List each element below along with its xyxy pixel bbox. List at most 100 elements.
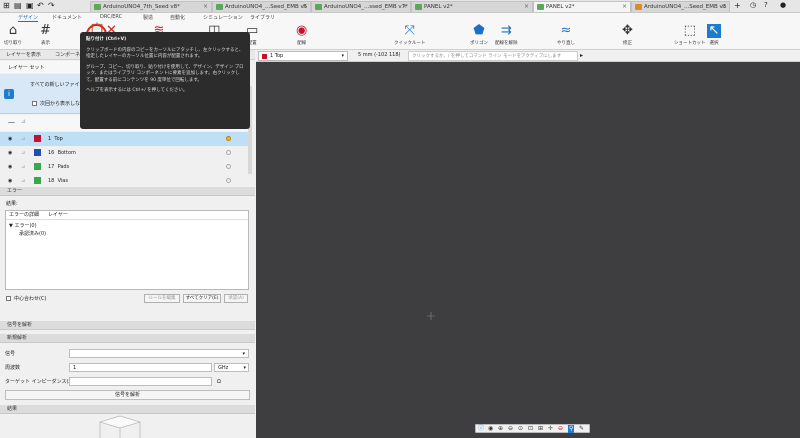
filter-icon[interactable]: ⚲	[568, 425, 575, 433]
document-icon	[315, 4, 322, 10]
document-tab-1[interactable]: ArduinoUNO4_7th_Seed v8* ×	[90, 1, 212, 12]
grid-menu-icon[interactable]: ⊞	[3, 1, 10, 10]
move-icon: ✥	[622, 23, 633, 38]
polygon-icon: ⬟	[473, 23, 485, 38]
zoom-in-icon[interactable]: ⊕	[498, 425, 503, 433]
error-node[interactable]: ▼ エラー(0)	[9, 222, 37, 229]
error-section-header[interactable]: エラー	[0, 187, 255, 196]
ribbon-tab-document[interactable]: ドキュメント	[52, 14, 82, 21]
ribbon-tab-drc[interactable]: DRC/ERC	[100, 14, 122, 20]
file-menu-icon[interactable]: ▤	[14, 1, 22, 10]
ribbon-tab-simulation[interactable]: シミュレーション	[203, 14, 243, 21]
crosshair-icon[interactable]: ✛	[548, 425, 553, 433]
clear-all-button[interactable]: すべてクリア(E)	[183, 294, 221, 303]
frequency-input[interactable]: 1	[69, 363, 212, 372]
info-icon[interactable]: ⓘ	[478, 425, 484, 433]
shortcut-button[interactable]: ⬚ ショートカット	[674, 24, 706, 47]
eye-icon[interactable]: ◉	[8, 160, 12, 174]
lock-icon[interactable]: ⊿	[21, 160, 25, 174]
close-icon[interactable]: ×	[302, 2, 307, 12]
approved-node[interactable]: 承認済み(0)	[19, 230, 46, 237]
ohm-unit: Ω	[217, 379, 221, 385]
layer-color-swatch	[34, 135, 41, 142]
document-tab-4[interactable]: PANEL v2* ×	[411, 1, 533, 12]
active-layer-select[interactable]: 1 Top ▾	[258, 51, 348, 61]
polygon-button[interactable]: ⬟ ポリゴン	[470, 23, 488, 47]
close-icon[interactable]: ×	[622, 2, 627, 12]
ribbon-tab-library[interactable]: ライブラリ	[250, 14, 275, 21]
wire-button[interactable]: ◉ 配線	[296, 24, 307, 47]
notification-icon[interactable]: ◷	[750, 1, 756, 9]
signal-analysis-header[interactable]: 信号を解析	[0, 321, 255, 330]
undo-icon[interactable]: ↶	[37, 1, 44, 10]
collapse-icon[interactable]: —	[8, 118, 15, 126]
lock-icon[interactable]: ⊿	[21, 146, 25, 160]
center-checkbox[interactable]	[6, 296, 11, 301]
grid-icon[interactable]: ⊞	[538, 425, 543, 433]
new-tab-icon[interactable]: +	[734, 1, 741, 10]
active-layer-radio[interactable]	[226, 150, 231, 155]
close-icon[interactable]: ×	[203, 2, 208, 12]
approve-button[interactable]: 承認(A)	[224, 294, 248, 303]
snap-icon[interactable]: ✎	[579, 425, 584, 433]
new-analysis-header[interactable]: 新規解析	[0, 334, 255, 343]
eye-icon[interactable]: ◉	[8, 174, 12, 188]
ribbon-tab-bar: デザイン ドキュメント DRC/ERC 製造 自動化 シミュレーション ライブラ…	[0, 13, 800, 22]
frequency-label: 周波数	[5, 365, 21, 371]
zoom-out-icon[interactable]: ⊖	[508, 425, 513, 433]
eye-icon[interactable]: ◉	[8, 132, 12, 146]
lock-icon[interactable]: ⊿	[21, 174, 25, 188]
select-button[interactable]: ↖ 選択	[707, 24, 721, 46]
document-tab-2[interactable]: ArduinoUNO4_...Seed_EMB v5 ×	[212, 1, 311, 12]
account-icon[interactable]: ●	[780, 1, 786, 9]
ribbon-tab-design[interactable]: デザイン	[18, 14, 39, 22]
cmdline-expand-icon[interactable]: ▸	[580, 52, 583, 59]
signal-select[interactable]: ▾	[69, 349, 249, 358]
eye-icon[interactable]: ◉	[8, 146, 12, 160]
frequency-unit-select[interactable]: GHz ▾	[214, 363, 249, 372]
zoom-window-icon[interactable]: ⊡	[528, 425, 533, 433]
active-layer-radio[interactable]	[226, 178, 231, 183]
chevron-down-icon: ▾	[341, 53, 344, 59]
document-tab-6[interactable]: ArduinoUNO4_...Seed_EMB v3 ×	[631, 1, 730, 12]
document-icon	[94, 4, 101, 10]
dont-show-checkbox[interactable]	[32, 101, 37, 106]
route-icon: ⤧	[404, 23, 415, 38]
tab-layers[interactable]: レイヤーを表示	[6, 51, 41, 58]
edit-rules-button[interactable]: ルールを編集	[144, 294, 180, 303]
modify-button[interactable]: ✥ 修正	[622, 23, 633, 47]
layer-row-bottom[interactable]: ◉ ⊿ 16 Bottom	[0, 146, 248, 160]
board-canvas[interactable]	[256, 50, 800, 438]
document-tab-3[interactable]: ArduinoUNO4_...ssed_EMB v7* ×	[311, 1, 411, 12]
ribbon-tab-automation[interactable]: 自動化	[170, 14, 185, 21]
redo-route-button[interactable]: ≈ やり直し	[557, 24, 575, 47]
active-layer-radio[interactable]	[226, 136, 231, 141]
redo-icon[interactable]: ↷	[48, 1, 55, 10]
stop-icon[interactable]: ⊖	[558, 425, 563, 433]
lock-icon[interactable]: ⊿	[21, 132, 25, 146]
save-icon[interactable]: ▣	[26, 1, 34, 10]
layer-row-top[interactable]: ◉ ⊿ 1 Top	[0, 132, 248, 146]
analyze-signal-button[interactable]: 信号を解析	[5, 390, 250, 400]
help-icon[interactable]: ?	[764, 1, 768, 9]
target-impedance-input[interactable]	[69, 377, 212, 386]
result-section-header[interactable]: 結果	[0, 405, 255, 414]
active-layer-radio[interactable]	[226, 164, 231, 169]
cut-button[interactable]: ⌂ 切り取り	[4, 24, 22, 47]
layer-row-vias[interactable]: ◉ ⊿ 18 Vias	[0, 174, 248, 188]
document-icon	[216, 4, 223, 10]
view-icon[interactable]: ◉	[488, 425, 493, 433]
ribbon-tab-manufacture[interactable]: 製造	[143, 14, 153, 21]
unroute-button[interactable]: ⇉ 配線を解除	[495, 24, 518, 47]
lock-all-icon[interactable]: ⊿	[21, 118, 26, 125]
command-line-input[interactable]: クリックするか、/ を押してコマンド ライン モードをアクティブにします	[408, 51, 578, 61]
layer-row-pads[interactable]: ◉ ⊿ 17 Pads	[0, 160, 248, 174]
zoom-fit-icon[interactable]: ⊙	[518, 425, 523, 433]
close-icon[interactable]: ×	[721, 2, 726, 12]
document-tab-5[interactable]: PANEL v2* ×	[533, 1, 631, 12]
show-button[interactable]: # 表示	[40, 24, 51, 47]
close-icon[interactable]: ×	[524, 2, 529, 12]
quickroute-button[interactable]: ⤧ クイックルート	[394, 23, 425, 47]
close-icon[interactable]: ×	[402, 2, 407, 12]
error-tree: エラーの詳細 レイヤー ▼ エラー(0) 承認済み(0)	[5, 210, 249, 290]
